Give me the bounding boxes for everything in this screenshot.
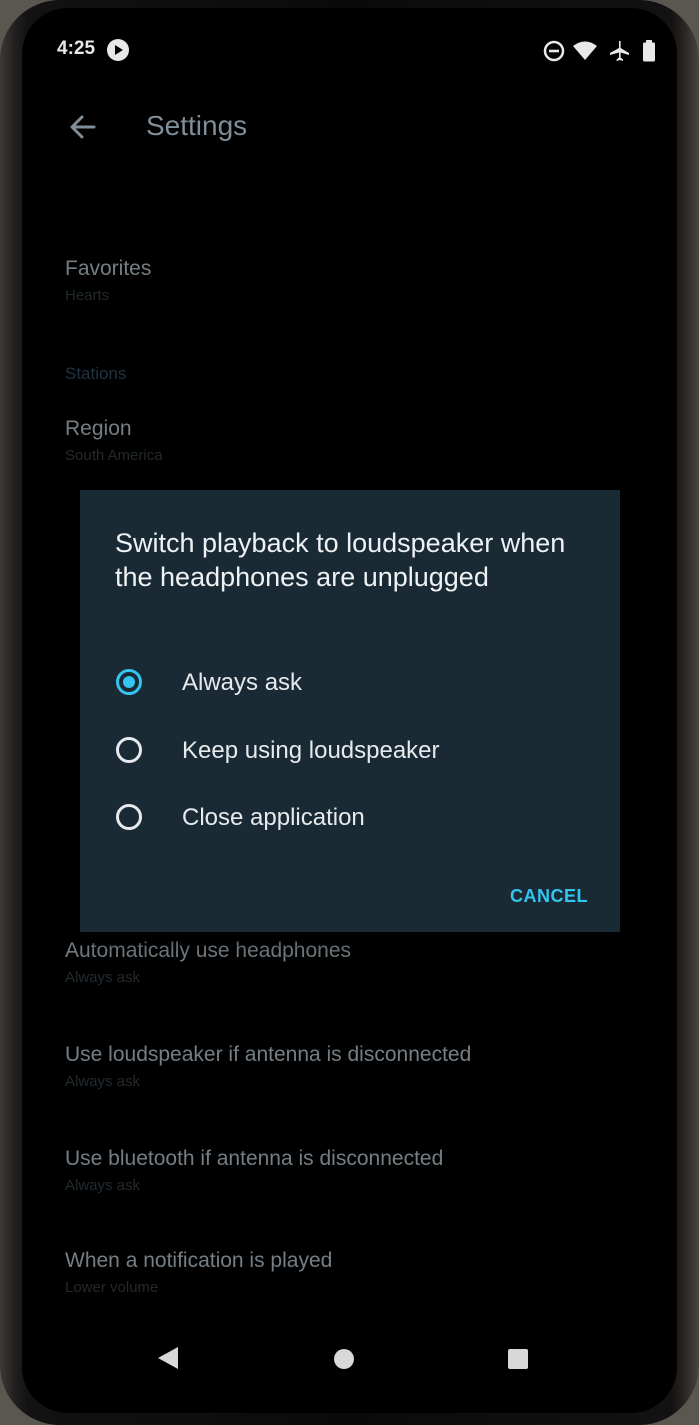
pref-favorites[interactable]: Favorites Hearts bbox=[65, 256, 665, 306]
nav-home-icon[interactable] bbox=[334, 1349, 354, 1369]
back-arrow-icon[interactable] bbox=[68, 112, 98, 142]
option-always-ask[interactable]: Always ask bbox=[116, 662, 586, 706]
pref-region[interactable]: Region South America bbox=[65, 416, 665, 466]
option-label: Always ask bbox=[182, 669, 303, 696]
wifi-icon bbox=[572, 40, 598, 67]
pref-summary: Lower volume bbox=[65, 1279, 159, 1296]
battery-icon bbox=[642, 40, 656, 67]
pref-notification[interactable]: When a notification is played Lower volu… bbox=[65, 1248, 665, 1298]
nav-recents-icon[interactable] bbox=[508, 1349, 528, 1369]
pref-auto-headphones[interactable]: Automatically use headphones Always ask bbox=[65, 938, 665, 988]
top-app-bar: Settings bbox=[22, 98, 677, 158]
pref-title: Use loudspeaker if antenna is disconnect… bbox=[65, 1043, 472, 1066]
headphones-unplugged-dialog: Switch playback to loudspeaker when the … bbox=[80, 490, 620, 932]
pref-summary: Always ask bbox=[65, 1073, 141, 1090]
radio-button-checked[interactable] bbox=[116, 669, 142, 695]
status-bar: 4:25 bbox=[22, 32, 677, 72]
pref-bluetooth-antenna[interactable]: Use bluetooth if antenna is disconnected… bbox=[65, 1146, 665, 1196]
category-stations: Stations bbox=[65, 364, 127, 383]
pref-title: Region bbox=[65, 417, 132, 440]
pref-title: When a notification is played bbox=[65, 1249, 333, 1272]
pref-title: Automatically use headphones bbox=[65, 939, 352, 962]
screen: 4:25 Settings Favorites Hearts Stations … bbox=[22, 8, 677, 1413]
phone-frame: 4:25 Settings Favorites Hearts Stations … bbox=[0, 0, 699, 1425]
option-close-application[interactable]: Close application bbox=[116, 797, 586, 841]
pref-loudspeaker-antenna[interactable]: Use loudspeaker if antenna is disconnect… bbox=[65, 1042, 665, 1092]
do-not-disturb-icon bbox=[543, 40, 565, 67]
option-keep-using-loudspeaker[interactable]: Keep using loudspeaker bbox=[116, 730, 586, 774]
airplane-mode-icon bbox=[608, 40, 630, 67]
status-time: 4:25 bbox=[57, 38, 96, 59]
navigation-bar bbox=[22, 1323, 677, 1395]
pref-title: Favorites bbox=[65, 257, 152, 280]
pref-summary: South America bbox=[65, 447, 163, 464]
option-label: Keep using loudspeaker bbox=[182, 737, 440, 764]
page-title: Settings bbox=[146, 110, 248, 141]
pref-title: Use bluetooth if antenna is disconnected bbox=[65, 1147, 444, 1170]
nav-back-icon[interactable] bbox=[158, 1347, 178, 1369]
radio-button[interactable] bbox=[116, 737, 142, 763]
pref-summary: Always ask bbox=[65, 969, 141, 986]
media-app-icon bbox=[106, 38, 130, 67]
pref-summary: Hearts bbox=[65, 287, 110, 304]
cancel-button[interactable]: CANCEL bbox=[510, 886, 588, 907]
option-label: Close application bbox=[182, 804, 365, 831]
dialog-title: Switch playback to loudspeaker when the … bbox=[115, 528, 566, 592]
pref-summary: Always ask bbox=[65, 1177, 141, 1194]
radio-button[interactable] bbox=[116, 804, 142, 830]
